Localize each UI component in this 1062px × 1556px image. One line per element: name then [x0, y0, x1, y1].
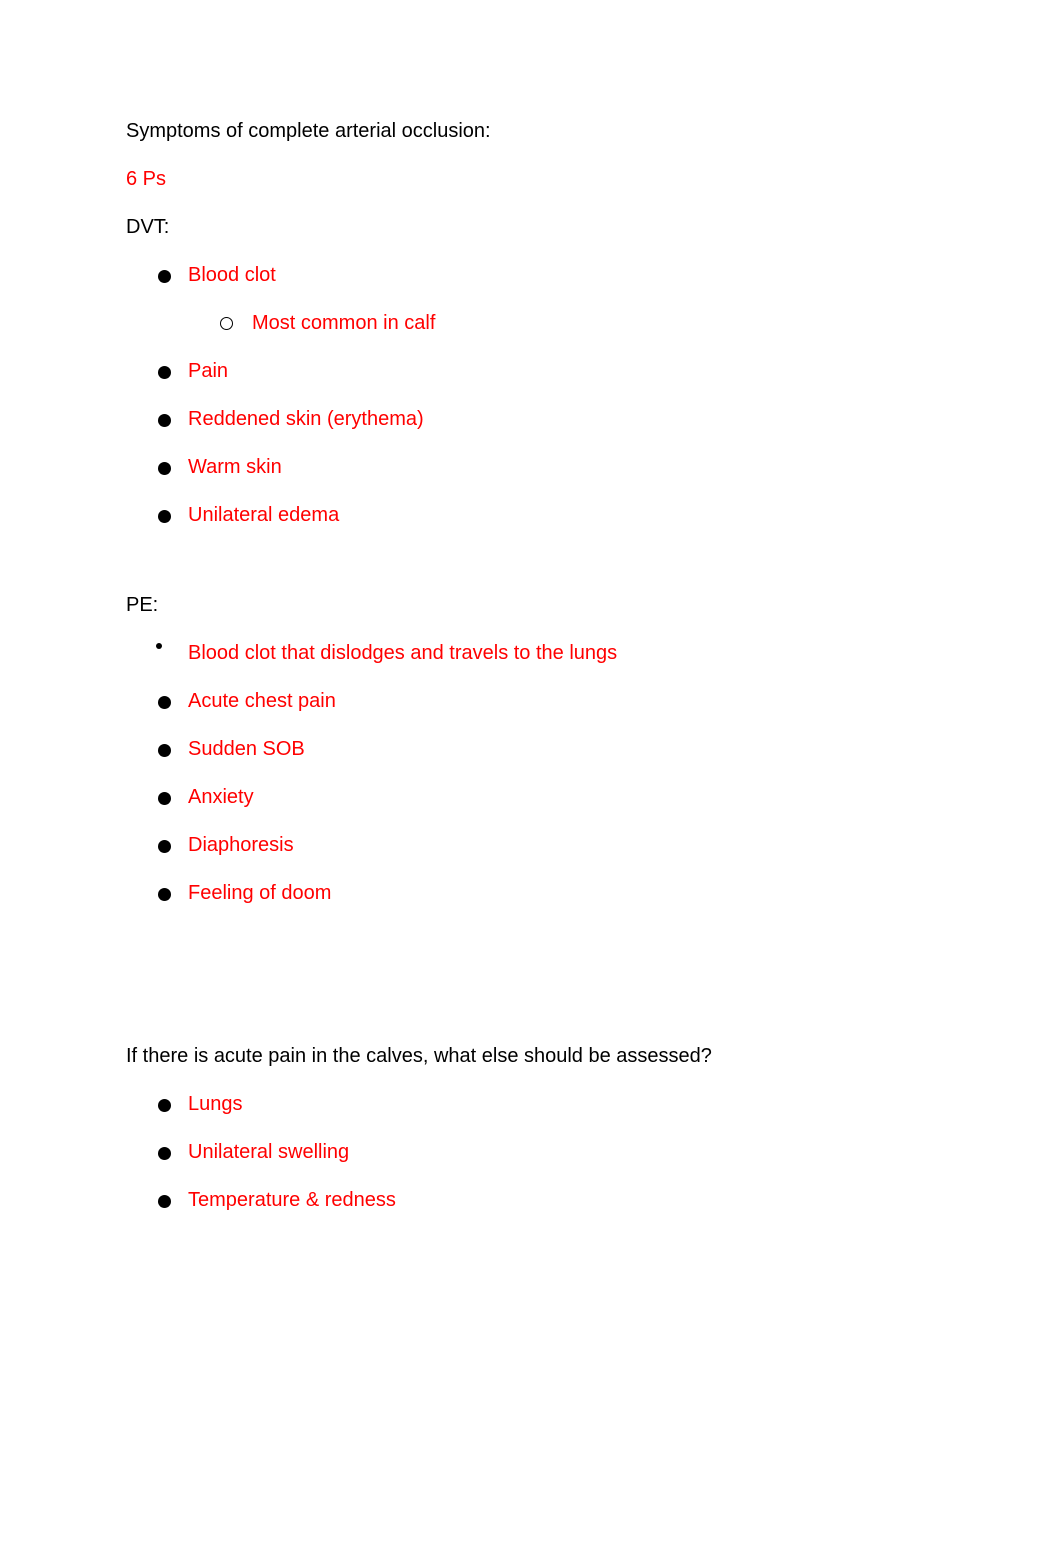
heading-pe: PE: [126, 594, 159, 616]
list-item: Warm skin [126, 456, 966, 479]
list-item: Sudden SOB [126, 738, 966, 761]
bullet-disc-icon [158, 414, 171, 427]
list-item: Unilateral edema [126, 504, 966, 527]
bullet-disc-icon [158, 1195, 171, 1208]
list-item: Temperature & redness [126, 1189, 966, 1212]
sub-list-item-label: Most common in calf [252, 312, 436, 334]
list-item: Unilateral swelling [126, 1141, 966, 1164]
list-item: Anxiety [126, 786, 966, 809]
calves-assessment-list: Lungs Unilateral swelling Temperature & … [126, 1093, 966, 1212]
bullet-disc-icon [158, 744, 171, 757]
list-item: Blood clot Most common in calf [126, 264, 966, 335]
list-item-label: Blood clot [188, 264, 276, 286]
list-item: Blood clot that dislodges and travels to… [126, 642, 966, 665]
list-item-label: Unilateral swelling [188, 1141, 350, 1163]
list-item-label: Diaphoresis [188, 834, 294, 856]
heading-arterial-occlusion: Symptoms of complete arterial occlusion: [126, 120, 491, 142]
bullet-disc-icon [158, 792, 171, 805]
bullet-disc-icon [158, 1147, 171, 1160]
list-item-label: Temperature & redness [188, 1189, 396, 1211]
list-item-label: Warm skin [188, 456, 282, 478]
list-item-label: Feeling of doom [188, 882, 332, 904]
bullet-disc-icon [158, 510, 171, 523]
document-page: Symptoms of complete arterial occlusion:… [0, 0, 1062, 1556]
list-item-label: Anxiety [188, 786, 254, 808]
bullet-disc-icon [158, 270, 171, 283]
heading-dvt: DVT: [126, 216, 170, 238]
pe-symptom-list: Blood clot that dislodges and travels to… [126, 642, 966, 905]
list-item-label: Unilateral edema [188, 504, 340, 526]
list-item: Reddened skin (erythema) [126, 408, 966, 431]
bullet-disc-icon [158, 696, 171, 709]
list-item-label: Acute chest pain [188, 690, 336, 712]
list-item-label: Lungs [188, 1093, 243, 1115]
bullet-hollow-circle-icon [220, 317, 233, 330]
list-item: Feeling of doom [126, 882, 966, 905]
list-item-label: Reddened skin (erythema) [188, 408, 424, 430]
bullet-disc-icon [158, 1099, 171, 1112]
answer-six-ps: 6 Ps [126, 168, 167, 190]
question-calves-assessment: If there is acute pain in the calves, wh… [126, 1045, 712, 1067]
bullet-disc-icon [158, 462, 171, 475]
sub-list-item: Most common in calf [188, 312, 966, 335]
bullet-dot-icon [156, 643, 162, 649]
list-item: Acute chest pain [126, 690, 966, 713]
list-item: Diaphoresis [126, 834, 966, 857]
bullet-disc-icon [158, 840, 171, 853]
bullet-disc-icon [158, 888, 171, 901]
list-item-label: Sudden SOB [188, 738, 305, 760]
dvt-sub-list: Most common in calf [188, 312, 966, 335]
dvt-symptom-list: Blood clot Most common in calf Pain Redd… [126, 264, 966, 527]
list-item-label: Blood clot that dislodges and travels to… [188, 642, 618, 664]
list-item: Lungs [126, 1093, 966, 1116]
list-item: Pain [126, 360, 966, 383]
bullet-disc-icon [158, 366, 171, 379]
list-item-label: Pain [188, 360, 229, 382]
